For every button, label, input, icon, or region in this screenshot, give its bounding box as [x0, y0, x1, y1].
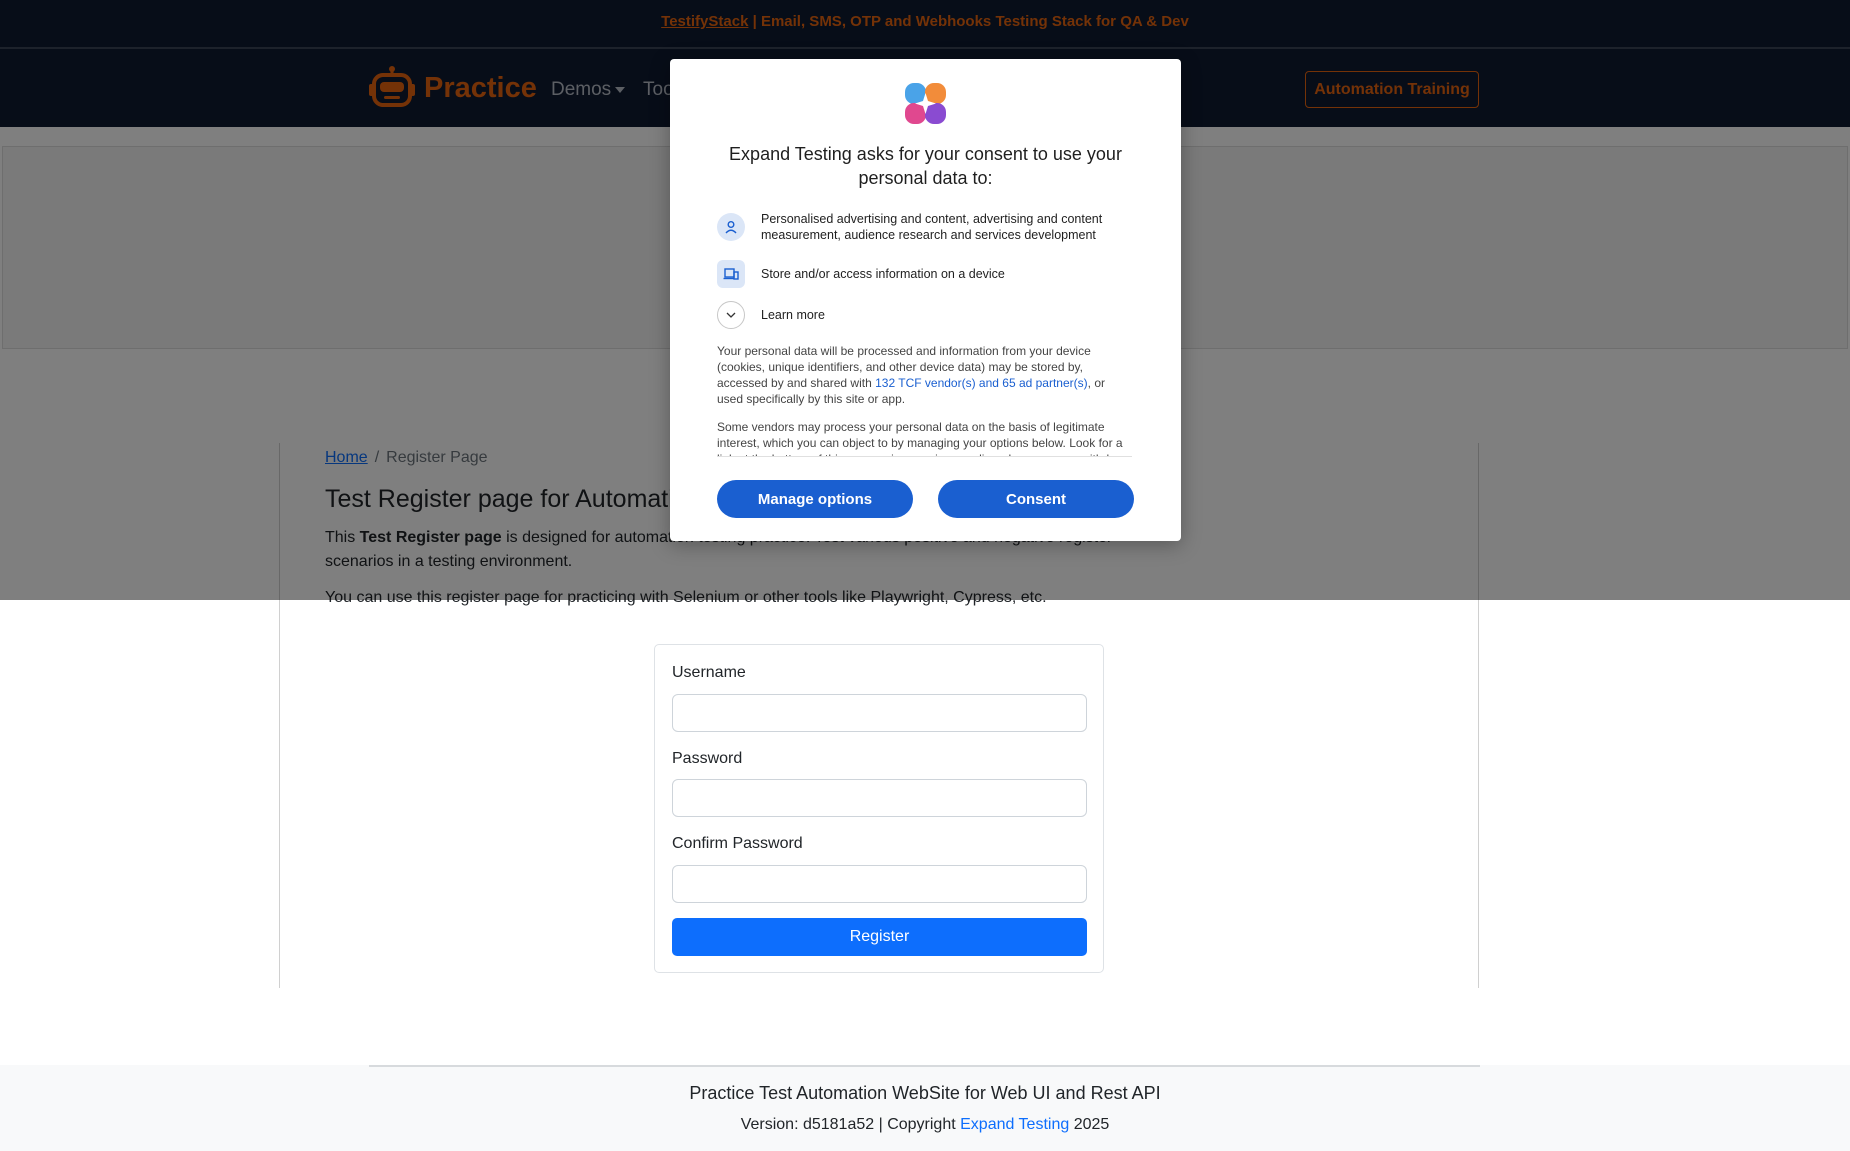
consent-dialog: Expand Testing asks for your consent to …	[670, 59, 1181, 541]
footer-divider	[369, 1065, 1480, 1067]
learn-more-toggle[interactable]: Learn more	[717, 301, 1131, 329]
manage-options-button[interactable]: Manage options	[717, 480, 913, 518]
footer-title: Practice Test Automation WebSite for Web…	[689, 1083, 1161, 1103]
confirm-password-input[interactable]	[672, 865, 1087, 903]
expand-testing-link[interactable]: Expand Testing	[960, 1116, 1069, 1133]
purpose-storage: Store and/or access information on a dev…	[717, 260, 1131, 288]
register-button[interactable]: Register	[672, 918, 1087, 956]
username-label: Username	[672, 664, 746, 681]
footer-version: Version: d5181a52 | Copyright Expand Tes…	[0, 1116, 1850, 1134]
consent-logo-icon	[905, 83, 946, 124]
consent-body[interactable]: Your personal data will be processed and…	[717, 343, 1132, 457]
purpose-advertising-text: Personalised advertising and content, ad…	[761, 212, 1103, 242]
consent-button[interactable]: Consent	[938, 480, 1134, 518]
version-suffix: 2025	[1069, 1116, 1110, 1133]
consent-body-paragraph-2: Some vendors may process your personal d…	[717, 420, 1129, 456]
device-icon	[717, 260, 745, 288]
confirm-password-label: Confirm Password	[672, 835, 803, 852]
chevron-down-icon	[717, 301, 745, 329]
consent-body-paragraph-1: Your personal data will be processed and…	[717, 343, 1132, 407]
password-label: Password	[672, 750, 743, 767]
purpose-advertising: Personalised advertising and content, ad…	[717, 211, 1131, 243]
person-icon	[717, 213, 745, 241]
learn-more-label: Learn more	[761, 308, 825, 322]
username-input[interactable]	[672, 694, 1087, 732]
password-input[interactable]	[672, 779, 1087, 817]
consent-title: Expand Testing asks for your consent to …	[729, 144, 1122, 188]
version-prefix: Version: d5181a52 | Copyright	[740, 1116, 961, 1133]
footer: Practice Test Automation WebSite for Web…	[0, 1065, 1850, 1151]
register-form: Username Password Confirm Password Regis…	[654, 644, 1104, 973]
vendors-link[interactable]: 132 TCF vendor(s) and 65 ad partner(s)	[875, 376, 1088, 390]
purpose-storage-text: Store and/or access information on a dev…	[761, 267, 1005, 281]
